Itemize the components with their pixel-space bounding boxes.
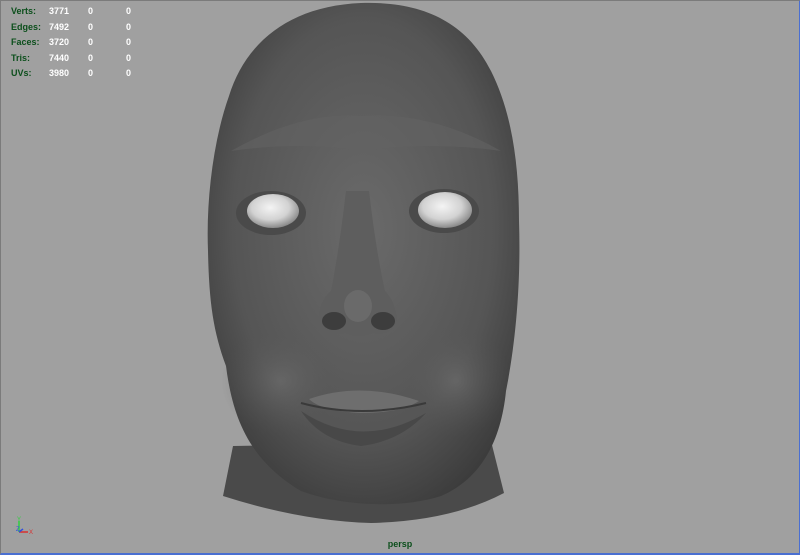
hud-row-tris: Tris: 7440 0 0 — [11, 51, 165, 67]
hud-value: 0 — [88, 52, 94, 63]
hud-value: 0 — [88, 37, 94, 47]
hud-label: Faces: — [11, 37, 40, 47]
view-axis-icon: Y Z X — [16, 517, 33, 536]
hud-row-edges: Edges: 7492 0 0 — [11, 20, 165, 36]
hud-row-faces: Faces: 3720 0 0 — [11, 35, 165, 51]
hud-value: 0 — [88, 21, 94, 32]
hud-value: 0 — [126, 68, 132, 78]
hud-value: 3980 — [49, 68, 70, 78]
right-eye-shape — [418, 192, 472, 228]
hud-value: 3771 — [49, 6, 70, 16]
axis-x-label: X — [29, 530, 33, 536]
left-eye-shape — [247, 194, 299, 228]
camera-name-label: persp — [387, 539, 413, 549]
hud-row-uvs: UVs: 3980 0 0 — [11, 66, 165, 82]
hud-label: Edges: — [11, 21, 42, 32]
hud-value: 3720 — [49, 37, 70, 47]
hud-value: 0 — [126, 6, 132, 16]
hud-label: UVs: — [11, 68, 32, 78]
hud-value: 0 — [126, 37, 132, 47]
hud-value: 7492 — [49, 21, 70, 32]
hud-value: 0 — [88, 6, 94, 16]
poly-count-hud: Verts: 3771 0 0 Edges: 7492 0 0 Faces: 3… — [11, 4, 165, 82]
hud-row-verts: Verts: 3771 0 0 — [11, 4, 165, 20]
hud-value: 0 — [126, 52, 132, 63]
hud-label: Tris: — [11, 52, 31, 63]
axis-z-label: Z — [16, 527, 20, 533]
hud-label: Verts: — [11, 6, 37, 16]
hud-value: 0 — [126, 21, 132, 32]
hud-value: 0 — [88, 68, 94, 78]
axis-y-label: Y — [17, 517, 21, 523]
head-mesh[interactable] — [1, 1, 800, 555]
hud-value: 7440 — [49, 52, 70, 63]
perspective-viewport[interactable]: Verts: 3771 0 0 Edges: 7492 0 0 Faces: 3… — [0, 0, 800, 555]
